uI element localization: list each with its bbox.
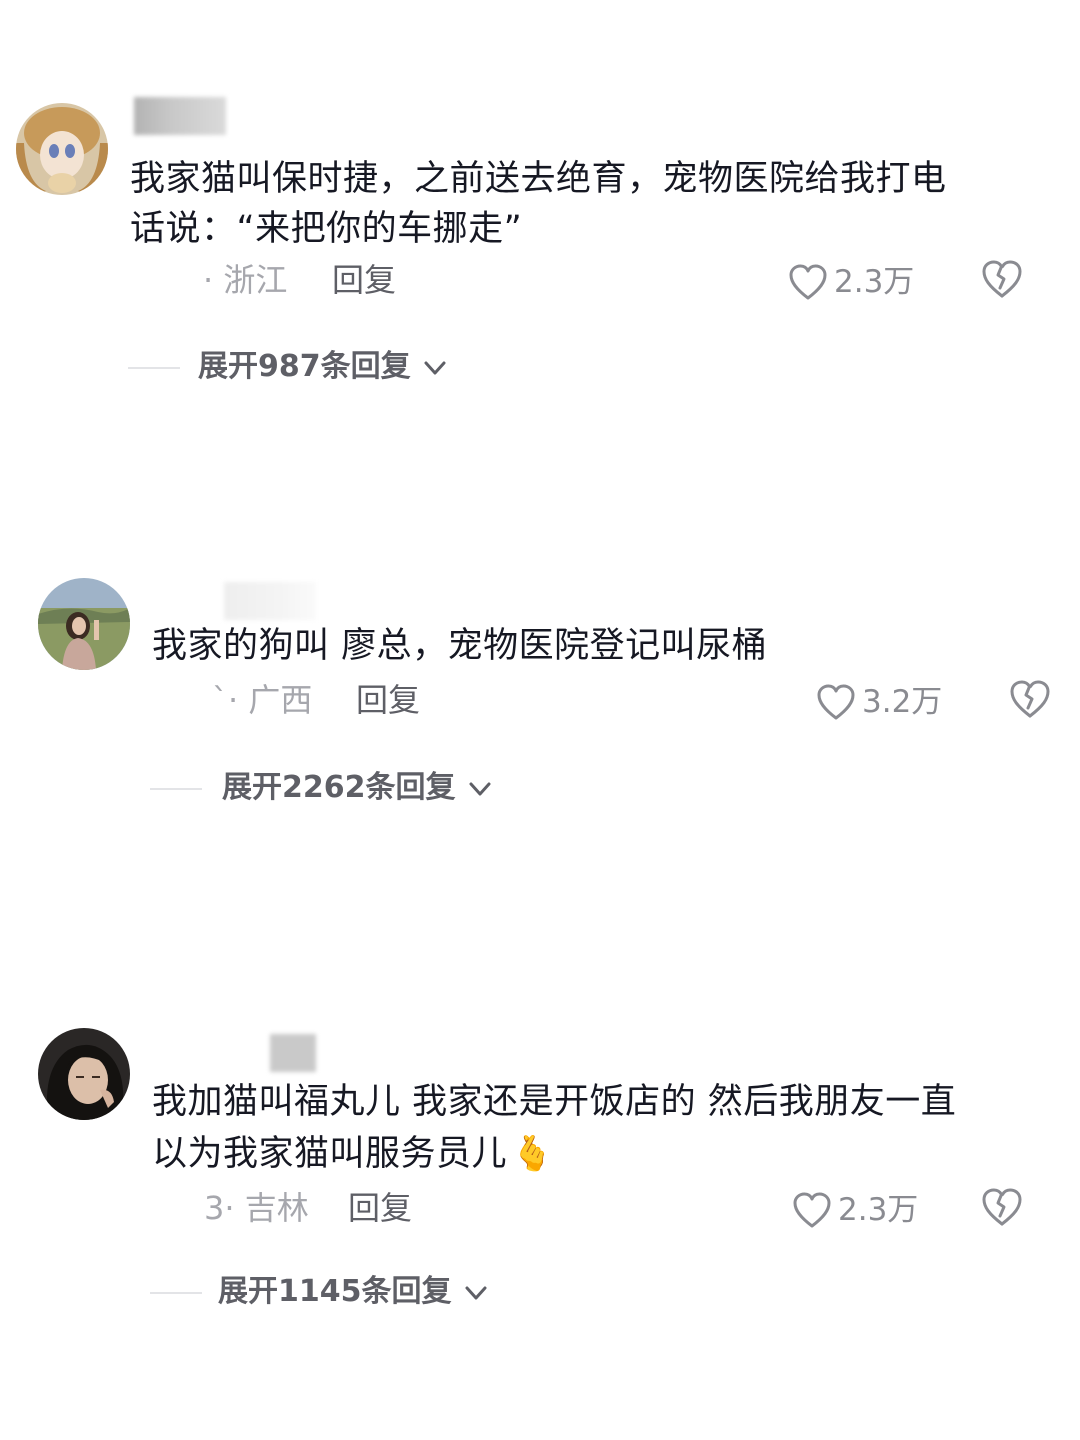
dislike-button[interactable]	[980, 258, 1024, 302]
like-button[interactable]: 2.3万	[788, 258, 914, 302]
expand-replies-label: 展开2262条回复	[222, 770, 456, 805]
like-count: 2.3万	[834, 263, 915, 300]
like-button[interactable]: 3.2万	[816, 678, 942, 722]
expand-replies-button[interactable]: 展开2262条回复	[150, 766, 670, 810]
finger-heart-emoji: 🫰	[511, 1134, 554, 1174]
broken-heart-icon	[982, 1188, 1022, 1226]
comment-text-line: 话说：“来把你的车挪走”	[130, 209, 523, 249]
comment-item: 我家的狗叫 廖总，宠物医院登记叫尿桶 `· 广西 回复 3.2万 展开2262条…	[0, 560, 1080, 860]
dislike-button[interactable]	[980, 1186, 1024, 1230]
chevron-down-icon	[469, 782, 491, 795]
broken-heart-icon	[1010, 680, 1050, 718]
chevron-down-icon	[424, 361, 446, 374]
comment-text-line: 我加猫叫福丸儿 我家还是开饭店的 然后我朋友一直	[152, 1082, 957, 1122]
avatar[interactable]	[38, 578, 130, 670]
username-redacted[interactable]	[134, 97, 226, 135]
comment-location: `· 广西	[212, 681, 313, 719]
like-count: 3.2万	[862, 683, 943, 720]
comment-text-line: 我家的狗叫 廖总，宠物医院登记叫尿桶	[152, 626, 768, 666]
dislike-button[interactable]	[1008, 678, 1052, 722]
divider	[150, 788, 202, 790]
comment-text-line: 以为我家猫叫服务员儿 🫰	[152, 1134, 554, 1174]
comment-item: 我家猫叫保时捷，之前送去绝育，宠物医院给我打电 话说：“来把你的车挪走” · 浙…	[0, 0, 1080, 420]
like-count: 2.3万	[838, 1191, 919, 1228]
avatar[interactable]	[38, 1028, 130, 1120]
heart-outline-icon	[789, 264, 827, 299]
broken-heart-icon	[982, 260, 1022, 298]
heart-outline-icon	[793, 1192, 831, 1227]
comment-meta: · 浙江 回复	[0, 258, 1080, 302]
comment-item: 我加猫叫福丸儿 我家还是开饭店的 然后我朋友一直 以为我家猫叫服务员儿 🫰 3· …	[0, 1010, 1080, 1330]
like-button[interactable]: 2.3万	[792, 1186, 918, 1230]
comment-location: · 浙江	[203, 261, 288, 299]
username-redacted[interactable]	[270, 1034, 316, 1072]
heart-outline-icon	[817, 684, 855, 719]
reply-button[interactable]: 回复	[348, 1186, 412, 1230]
username-redacted[interactable]	[224, 582, 316, 620]
divider	[150, 1292, 202, 1294]
avatar[interactable]	[16, 103, 108, 195]
expand-replies-label: 展开987条回复	[198, 349, 411, 384]
comment-location: 3· 吉林	[204, 1189, 309, 1227]
expand-replies-button[interactable]: 展开987条回复	[128, 345, 628, 389]
reply-button[interactable]: 回复	[356, 678, 420, 722]
reply-button[interactable]: 回复	[332, 258, 396, 302]
divider	[128, 367, 180, 369]
comment-text-line: 我家猫叫保时捷，之前送去绝育，宠物医院给我打电	[130, 159, 947, 199]
expand-replies-button[interactable]: 展开1145条回复	[150, 1270, 670, 1314]
expand-replies-label: 展开1145条回复	[218, 1274, 452, 1309]
chevron-down-icon	[465, 1286, 487, 1299]
